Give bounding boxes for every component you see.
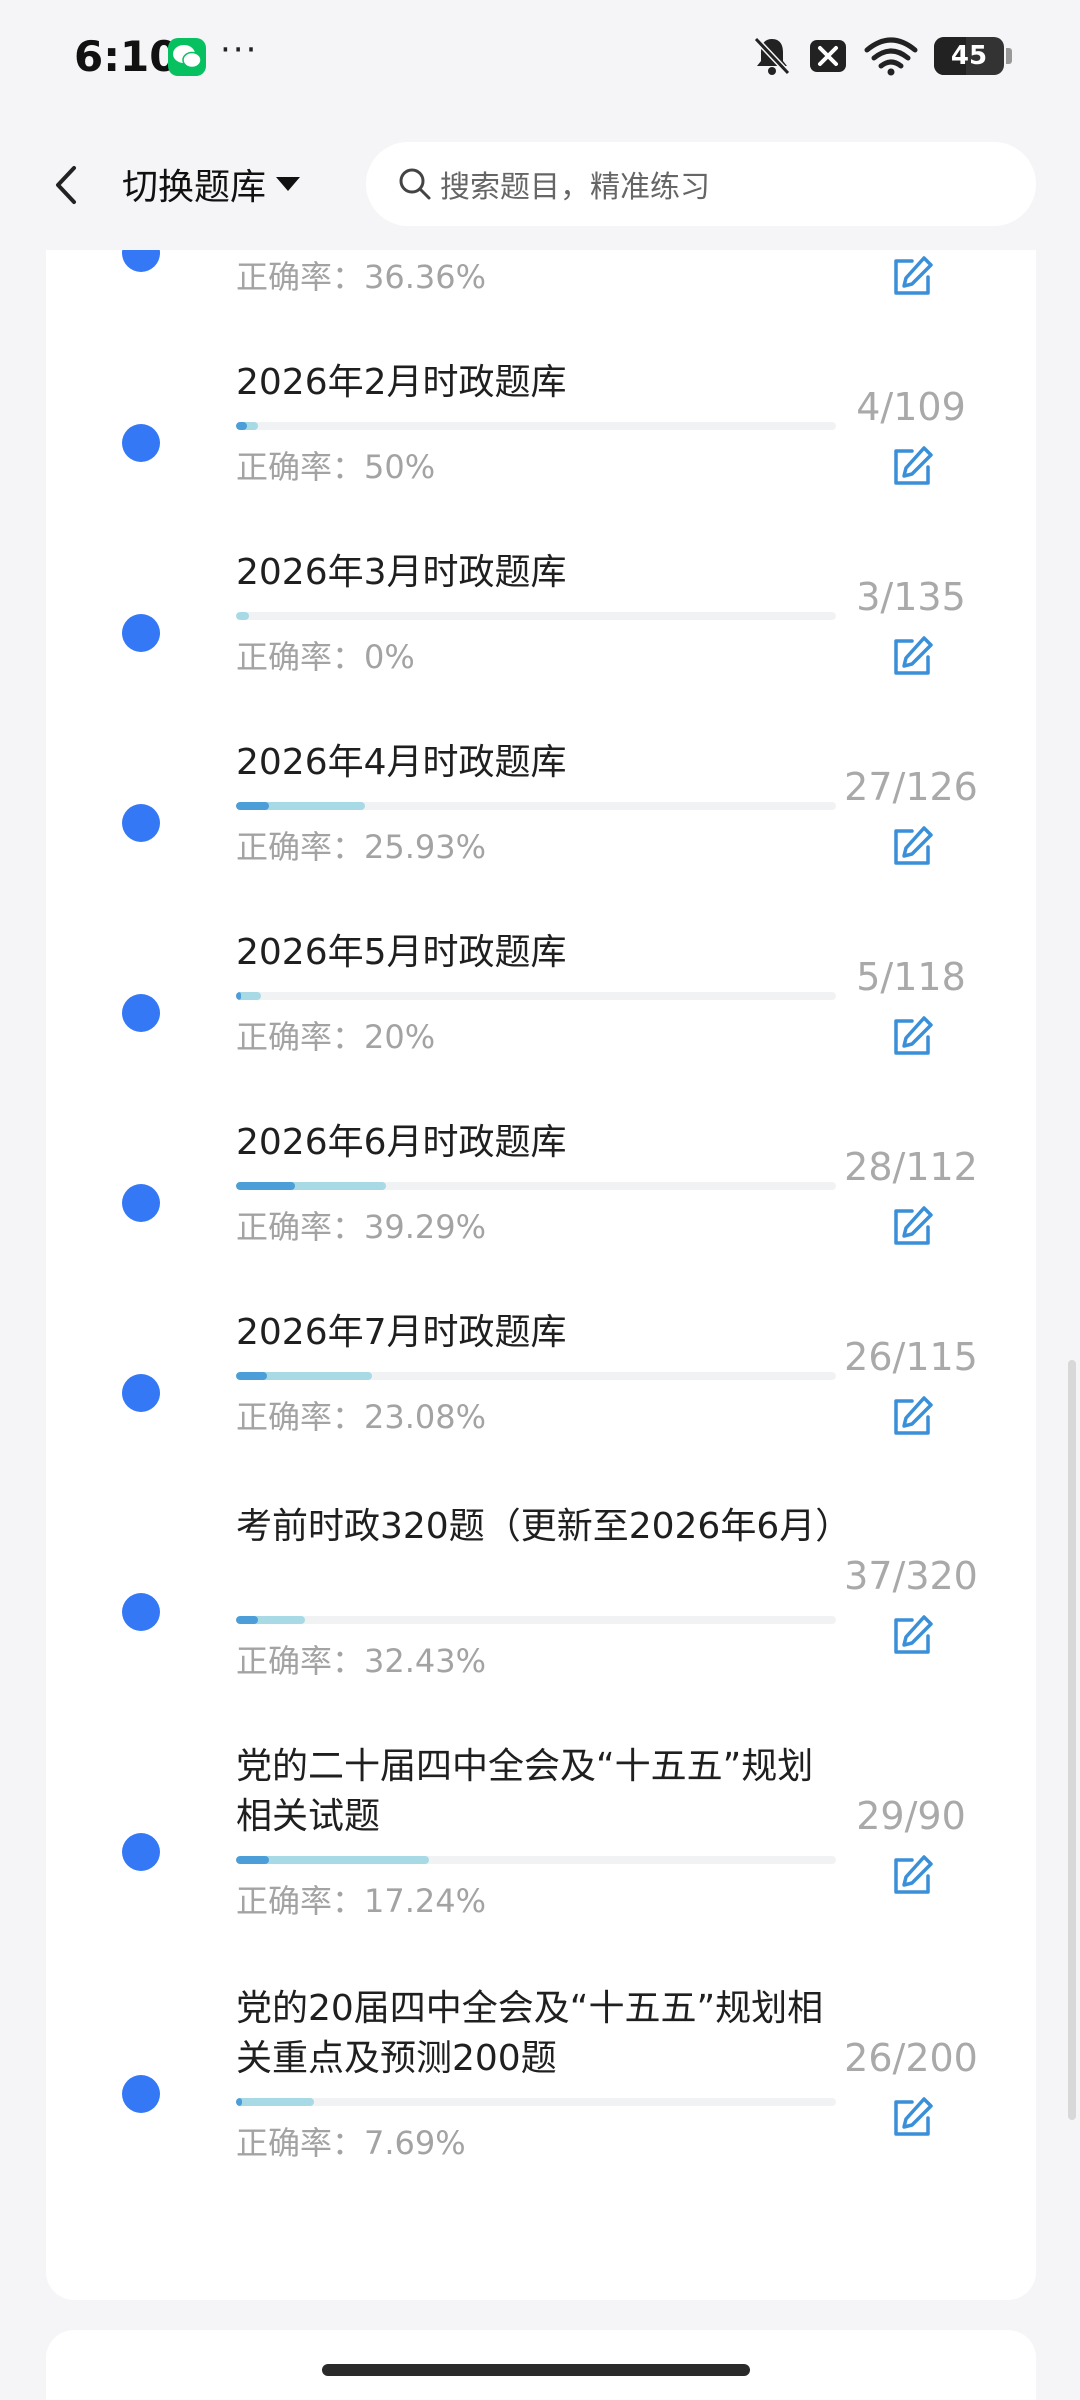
progress-count: 4/109: [856, 385, 966, 429]
edit-practice-icon[interactable]: [888, 443, 936, 491]
question-bank-item[interactable]: 2026年4月时政题库 正确率：25.93% 27/126: [46, 738, 1036, 908]
question-bank-item[interactable]: 2026年2月时政题库 正确率：50% 4/109: [46, 358, 1036, 528]
edit-practice-icon[interactable]: [888, 823, 936, 871]
bullet-dot-icon: [122, 1184, 160, 1222]
battery-level: 45: [950, 41, 988, 71]
progress-bar: [236, 992, 836, 1000]
mute-bell-icon: [753, 36, 791, 76]
status-time: 6:10: [74, 32, 179, 81]
progress-bar: [236, 1182, 836, 1190]
more-notifications-icon: ···: [220, 30, 259, 70]
back-arrow-icon[interactable]: [44, 160, 94, 210]
progress-correct-fill: [236, 1182, 295, 1190]
status-bar: 6:10 ··· 45: [0, 0, 1080, 120]
progress-bar: [236, 1372, 836, 1380]
wifi-icon: [864, 37, 918, 76]
progress-correct-fill: [236, 992, 242, 1000]
question-bank-item[interactable]: 2026年6月时政题库 正确率：39.29% 28/112: [46, 1118, 1036, 1288]
scrollbar[interactable]: [1068, 1360, 1076, 2120]
question-bank-item[interactable]: 2026年3月时政题库 正确率：0% 3/135: [46, 548, 1036, 718]
bullet-dot-icon: [122, 2075, 160, 2113]
progress-count: 27/126: [844, 765, 978, 809]
progress-done-fill: [236, 612, 250, 620]
progress-bar: [236, 1856, 836, 1864]
accuracy-text: 正确率：17.24%: [236, 1882, 487, 1920]
progress-count: 26/200: [844, 2036, 978, 2080]
progress-bar: [236, 1616, 836, 1624]
question-bank-item[interactable]: 考前时政320题（更新至2026年6月） 正确率：32.43% 37/320: [46, 1502, 1036, 1722]
search-placeholder: 搜索题目，精准练习: [440, 170, 710, 205]
edit-practice-icon[interactable]: [888, 253, 936, 301]
home-indicator[interactable]: [322, 2364, 750, 2376]
accuracy-text: 正确率：32.43%: [236, 1642, 487, 1680]
bullet-dot-icon: [122, 1374, 160, 1412]
top-nav: 切换题库 搜索题目，精准练习: [0, 120, 1080, 250]
question-bank-item[interactable]: 2026年1月时政题库正确率：36.36%11/150: [46, 250, 1036, 338]
progress-count: 37/320: [844, 1554, 978, 1598]
item-title: 2026年2月时政题库: [236, 362, 567, 403]
progress-correct-fill: [236, 1616, 259, 1624]
no-sim-icon: [810, 40, 846, 72]
item-title: 2026年6月时政题库: [236, 1122, 567, 1163]
edit-practice-icon[interactable]: [888, 1013, 936, 1061]
item-title: 党的二十届四中全会及“十五五”规划相关试题: [236, 1746, 814, 1837]
progress-done-fill: [236, 2098, 314, 2106]
edit-practice-icon[interactable]: [888, 1203, 936, 1251]
question-bank-item[interactable]: 党的20届四中全会及“十五五”规划相关重点及预测200题正确率：7.69% 26/…: [46, 1984, 1036, 2204]
bullet-dot-icon: [122, 1833, 160, 1871]
item-title: 2026年4月时政题库: [236, 742, 567, 783]
accuracy-text: 正确率：50%: [236, 448, 436, 486]
bullet-dot-icon: [122, 994, 160, 1032]
edit-practice-icon[interactable]: [888, 2094, 936, 2142]
progress-count: 28/112: [844, 1145, 978, 1189]
battery-icon: 45: [934, 37, 1004, 75]
bullet-dot-icon: [122, 424, 160, 462]
edit-practice-icon[interactable]: [888, 633, 936, 681]
bullet-dot-icon: [122, 614, 160, 652]
question-bank-item[interactable]: 党的二十届四中全会及“十五五”规划相关试题正确率：17.24% 29/90: [46, 1742, 1036, 1962]
progress-correct-fill: [236, 2098, 242, 2106]
status-icons: 45: [752, 34, 1012, 78]
switch-bank-dropdown[interactable]: 切换题库: [122, 158, 301, 210]
edit-practice-icon[interactable]: [888, 1612, 936, 1660]
accuracy-text: 正确率：25.93%: [236, 828, 487, 866]
accuracy-text: 正确率：23.08%: [236, 1398, 487, 1436]
question-bank-item[interactable]: 2026年5月时政题库 正确率：20% 5/118: [46, 928, 1036, 1098]
progress-correct-fill: [236, 802, 270, 810]
item-title: 2026年3月时政题库: [236, 552, 567, 593]
progress-count: 5/118: [856, 955, 966, 999]
bullet-dot-icon: [122, 250, 160, 272]
caret-down-icon: [276, 177, 301, 191]
switch-bank-label: 切换题库: [122, 167, 267, 208]
accuracy-text: 正确率：39.29%: [236, 1208, 487, 1246]
question-bank-list: 2026年1月时政题库正确率：36.36%11/150 2026年2月时政题库正确…: [46, 250, 1036, 2300]
progress-count: 3/135: [856, 575, 966, 619]
bullet-dot-icon: [122, 804, 160, 842]
progress-correct-fill: [236, 422, 247, 430]
item-title: 2026年7月时政题库: [236, 1312, 567, 1353]
item-title: 2026年5月时政题库: [236, 932, 567, 973]
accuracy-text: 正确率：20%: [236, 1018, 436, 1056]
search-icon: [399, 168, 431, 200]
accuracy-text: 正确率：0%: [236, 638, 415, 676]
progress-count: 26/115: [844, 1335, 978, 1379]
progress-correct-fill: [236, 1372, 268, 1380]
item-title: 党的20届四中全会及“十五五”规划相关重点及预测200题: [236, 1988, 824, 2079]
question-bank-item[interactable]: 2026年7月时政题库 正确率：23.08% 26/115: [46, 1308, 1036, 1478]
progress-correct-fill: [236, 1856, 270, 1864]
edit-practice-icon[interactable]: [888, 1393, 936, 1441]
wechat-notification-icon: [168, 38, 206, 76]
edit-practice-icon[interactable]: [888, 1852, 936, 1900]
progress-bar: [236, 422, 836, 430]
accuracy-text: 正确率：7.69%: [236, 2124, 466, 2162]
bullet-dot-icon: [122, 1593, 160, 1631]
search-input[interactable]: 搜索题目，精准练习: [366, 142, 1036, 226]
progress-bar: [236, 2098, 836, 2106]
progress-bar: [236, 612, 836, 620]
accuracy-text: 正确率：36.36%: [236, 258, 487, 296]
progress-count: 29/90: [856, 1794, 966, 1838]
item-title: 考前时政320题（更新至2026年6月）: [236, 1506, 852, 1547]
progress-bar: [236, 802, 836, 810]
